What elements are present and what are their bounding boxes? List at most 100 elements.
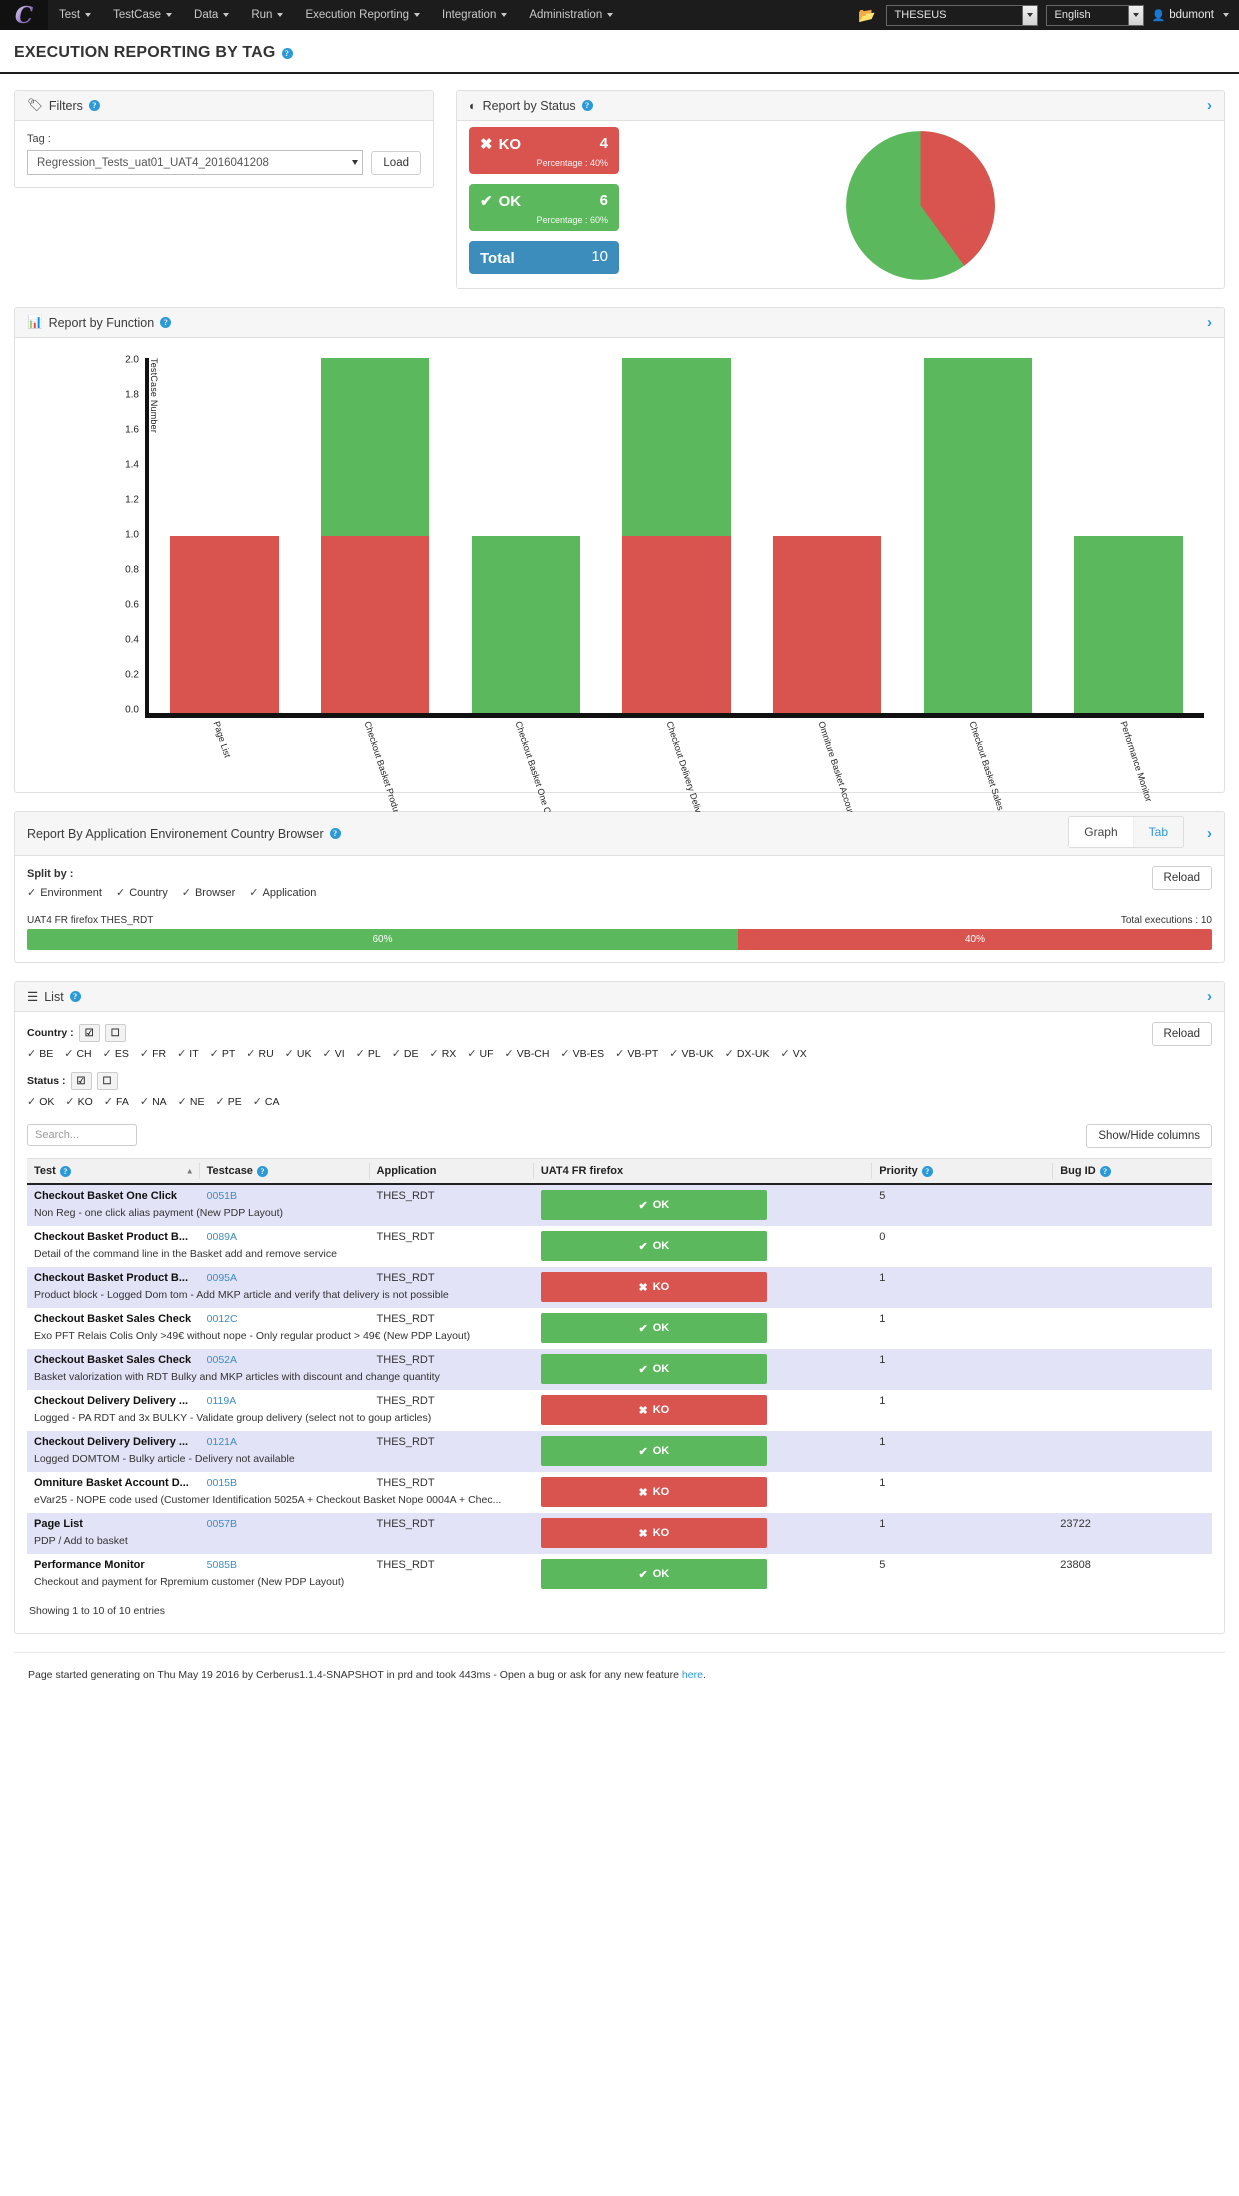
testcase-link[interactable]: 0012C — [207, 1313, 238, 1325]
country-checkbox[interactable]: ✓ PT — [210, 1047, 236, 1061]
status-badge-ok[interactable]: ✔ OK — [540, 1313, 767, 1343]
status-badge-ok[interactable]: ✔ OK — [540, 1354, 767, 1384]
app-logo[interactable]: C — [0, 0, 48, 30]
reload-appenv-button[interactable]: Reload — [1151, 866, 1212, 890]
function-chart-bar-stack[interactable] — [320, 358, 430, 713]
country-checkbox[interactable]: ✓ RU — [246, 1047, 273, 1061]
status-badge-ko[interactable]: ✖ KO — [540, 1477, 767, 1507]
split-by-checkbox[interactable]: ✓ Browser — [182, 886, 236, 900]
help-icon[interactable]: ? — [581, 100, 593, 111]
search-input[interactable]: Search... — [27, 1124, 137, 1146]
function-chart-bar-stack[interactable] — [471, 358, 581, 713]
footer-link[interactable]: here — [682, 1669, 703, 1681]
column-header-environment[interactable]: UAT4 FR firefox — [533, 1158, 873, 1185]
country-checkbox[interactable]: ✓ DX-UK — [725, 1047, 770, 1061]
cell-testcase[interactable]: 0089A — [200, 1226, 370, 1248]
status-checkbox[interactable]: ✓ NA — [140, 1095, 167, 1109]
language-select[interactable]: English — [1045, 4, 1144, 26]
country-checkbox[interactable]: ✓ VB-PT — [615, 1047, 658, 1061]
load-button[interactable]: Load — [371, 150, 421, 175]
status-badge-ko[interactable]: ✖ KO — [540, 1518, 767, 1548]
table-row[interactable]: Performance Monitor 5085B THES_RDT ✔ OK 5 2380… — [27, 1554, 1212, 1589]
status-checkbox[interactable]: ✓ OK — [27, 1095, 54, 1109]
nav-item-data[interactable]: Data — [183, 0, 240, 30]
status-checkbox[interactable]: ✓ FA — [104, 1095, 129, 1109]
status-badge-ko[interactable]: ✖ KO — [540, 1272, 767, 1302]
country-checkbox[interactable]: ✓ VX — [781, 1047, 807, 1061]
cell-testcase[interactable]: 0015B — [200, 1472, 370, 1494]
status-checkbox[interactable]: ✓ PE — [215, 1095, 241, 1109]
table-row[interactable]: Checkout Delivery Delivery ... 0121A THES_… — [27, 1431, 1212, 1472]
testcase-link[interactable]: 0051B — [207, 1190, 237, 1202]
status-checkbox[interactable]: ✓ NE — [178, 1095, 205, 1109]
help-icon[interactable]: ? — [59, 1165, 71, 1177]
help-icon[interactable]: ? — [256, 1165, 268, 1177]
country-checkbox[interactable]: ✓ UF — [467, 1047, 493, 1061]
help-icon[interactable]: ? — [160, 317, 172, 328]
nav-item-test[interactable]: Test — [48, 0, 102, 30]
table-row[interactable]: Omniture Basket Account D... 0015B THES_RD… — [27, 1472, 1212, 1507]
cell-testcase[interactable]: 0057B — [199, 1513, 370, 1535]
country-checkbox[interactable]: ✓ BE — [27, 1047, 53, 1061]
testcase-link[interactable]: 0121A — [207, 1436, 237, 1448]
table-row[interactable]: Checkout Delivery Delivery ... 0119A THES_… — [27, 1390, 1212, 1425]
country-checkbox[interactable]: ✓ FR — [140, 1047, 166, 1061]
country-checkbox[interactable]: ✓ RX — [430, 1047, 457, 1061]
testcase-link[interactable]: 0095A — [207, 1272, 237, 1284]
function-chart-bar-stack[interactable] — [622, 358, 731, 713]
table-row[interactable]: Checkout Basket Sales Check 0052A THES_RDT… — [27, 1349, 1212, 1390]
user-menu[interactable]: 👤 bdumont — [1152, 9, 1233, 22]
folder-icon[interactable]: 📂 — [858, 7, 875, 24]
nav-item-execution-reporting[interactable]: Execution Reporting — [294, 0, 431, 30]
nav-item-integration[interactable]: Integration — [431, 0, 518, 30]
collapse-chevron-icon[interactable]: › — [1207, 98, 1212, 113]
help-icon[interactable]: ? — [69, 991, 81, 1002]
cell-testcase[interactable]: 0052A — [199, 1349, 370, 1371]
collapse-chevron-icon[interactable]: › — [1207, 826, 1212, 841]
column-header-test[interactable]: Test? ▲ — [27, 1158, 200, 1185]
testcase-link[interactable]: 5085B — [207, 1559, 237, 1571]
cell-testcase[interactable]: 0121A — [199, 1431, 370, 1453]
help-icon[interactable]: ? — [281, 47, 293, 59]
column-header-application[interactable]: Application — [369, 1158, 534, 1185]
nav-item-run[interactable]: Run — [240, 0, 294, 30]
tab-graph[interactable]: Graph — [1069, 817, 1134, 847]
country-checkbox[interactable]: ✓ ES — [103, 1047, 129, 1061]
select-all-statuses-button[interactable]: ☑ — [70, 1072, 92, 1090]
select-all-countries-button[interactable]: ☑ — [78, 1024, 100, 1042]
collapse-chevron-icon[interactable]: › — [1207, 315, 1212, 330]
exec-bar[interactable]: 60% 40% — [27, 929, 1212, 950]
show-hide-columns-button[interactable]: Show/Hide columns — [1086, 1124, 1212, 1148]
help-icon[interactable]: ? — [88, 100, 100, 111]
country-checkbox[interactable]: ✓ VI — [322, 1047, 344, 1061]
country-checkbox[interactable]: ✓ PL — [356, 1047, 381, 1061]
cell-testcase[interactable]: 5085B — [200, 1554, 370, 1576]
cell-testcase[interactable]: 0095A — [199, 1267, 370, 1289]
status-badge-ko[interactable]: ✖ KO — [540, 1395, 767, 1425]
nav-item-administration[interactable]: Administration — [518, 0, 624, 30]
split-by-checkbox[interactable]: ✓ Application — [249, 886, 316, 900]
testcase-link[interactable]: 0057B — [207, 1518, 237, 1530]
cell-testcase[interactable]: 0119A — [200, 1390, 370, 1412]
split-by-checkbox[interactable]: ✓ Environment — [27, 886, 102, 900]
testcase-link[interactable]: 0119A — [207, 1395, 237, 1407]
nav-item-testcase[interactable]: TestCase — [102, 0, 183, 30]
table-row[interactable]: Checkout Basket Sales Check 0012C THES_RDT… — [27, 1308, 1212, 1343]
status-badge-ok[interactable]: ✔ OK — [540, 1231, 767, 1261]
testcase-link[interactable]: 0015B — [207, 1477, 237, 1489]
tag-select[interactable]: Regression_Tests_uat01_UAT4_2016041208 — [27, 150, 364, 175]
deselect-all-countries-button[interactable]: ☐ — [104, 1024, 126, 1042]
table-row[interactable]: Page List 0057B THES_RDT ✖ KO 1 23722 — [27, 1513, 1212, 1554]
function-chart-bar-stack[interactable] — [772, 358, 882, 713]
table-row[interactable]: Checkout Basket Product B... 0095A THES_RD… — [27, 1267, 1212, 1308]
status-checkbox[interactable]: ✓ KO — [65, 1095, 92, 1109]
function-chart-bar-stack[interactable] — [170, 358, 279, 713]
table-row[interactable]: Checkout Basket Product B... 0089A THES_RD… — [27, 1226, 1212, 1261]
column-header-priority[interactable]: Priority? — [872, 1158, 1054, 1185]
function-chart-bar-stack[interactable] — [923, 358, 1033, 713]
table-row[interactable]: Checkout Basket One Click 0051B THES_RDT ✔ O… — [27, 1184, 1212, 1226]
testcase-link[interactable]: 0052A — [207, 1354, 237, 1366]
split-by-checkbox[interactable]: ✓ Country — [116, 886, 168, 900]
collapse-chevron-icon[interactable]: › — [1207, 989, 1212, 1004]
reload-list-button[interactable]: Reload — [1151, 1022, 1212, 1046]
